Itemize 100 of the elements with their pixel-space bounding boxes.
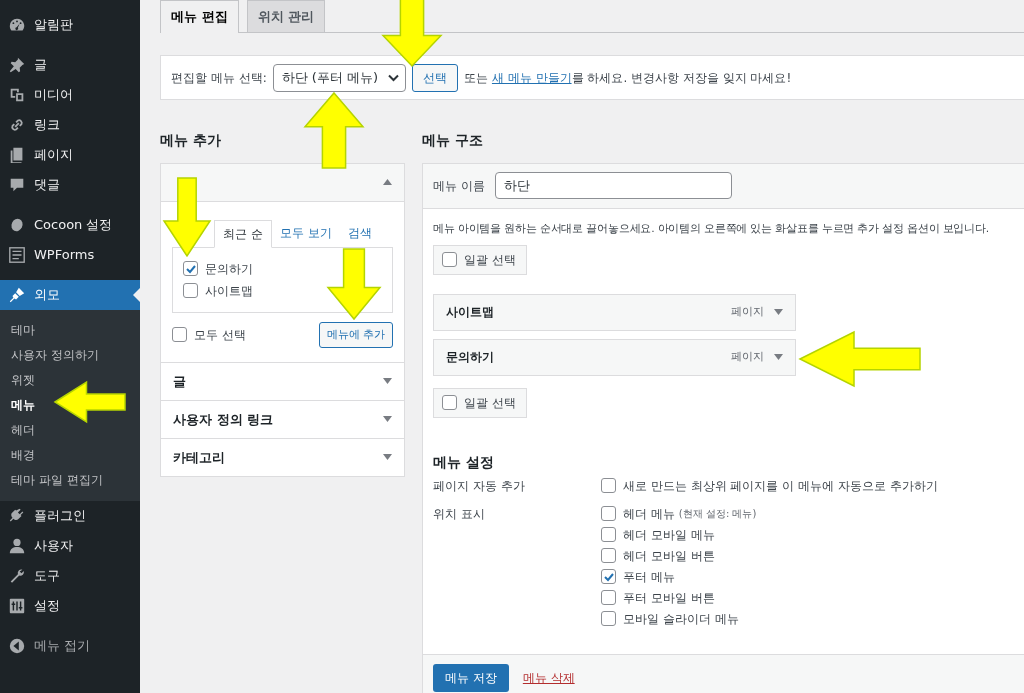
checkbox-label: 문의하기 (205, 260, 253, 278)
toggle-arrow-icon (383, 179, 392, 186)
setting-label: 페이지 자동 추가 (433, 477, 526, 495)
submenu-item[interactable]: 테마 파일 편집기 (11, 468, 103, 493)
comment-icon (8, 176, 26, 194)
checkbox-label: 일괄 선택 (464, 252, 516, 269)
sidebar-item[interactable]: 사용자 (0, 531, 140, 561)
tab[interactable]: 메뉴 편집 (160, 0, 239, 33)
toggle-arrow-icon (383, 454, 392, 461)
hint-text: 메뉴 아이템을 원하는 순서대로 끌어놓으세요. 아이템의 오른쪽에 있는 화살표를 누르면 추가 설정 옵션이 보입니다. (433, 220, 991, 237)
checkbox-label: 헤더 모바일 버튼 (623, 547, 715, 565)
menu-item-title: 문의하기 (446, 349, 494, 367)
accordion-title: 카테고리 (173, 448, 225, 467)
add-to-menu-button[interactable]: 메뉴에 추가 (318, 321, 393, 348)
settings-heading: 메뉴 설정 (433, 454, 495, 471)
checkbox[interactable] (442, 252, 457, 268)
menu-name-field[interactable]: 하단 (494, 172, 732, 200)
checkbox[interactable] (601, 569, 616, 585)
toggle-arrow-icon (383, 378, 392, 385)
accordion-title: 사용자 정의 링크 (173, 410, 274, 429)
sidebar-item[interactable]: 플러그인 (0, 501, 140, 531)
menu-dropdown[interactable]: 하단 (푸터 메뉴) (272, 63, 407, 92)
select-label: 편집할 메뉴 선택: (171, 69, 267, 87)
panel-tab[interactable]: 모두 보기 (271, 219, 340, 247)
media-icon (8, 86, 26, 104)
delete-menu-link[interactable]: 메뉴 삭제 (522, 669, 575, 688)
checkbox[interactable] (172, 327, 187, 343)
checkbox[interactable] (601, 506, 616, 522)
checkbox[interactable] (601, 527, 616, 543)
accordion-header[interactable]: 글 (161, 361, 404, 400)
accordion-header[interactable]: 사용자 정의 링크 (161, 399, 404, 438)
checkbox-label: 헤더 모바일 메뉴 (623, 526, 715, 544)
submenu-item[interactable]: 테마 (11, 318, 35, 343)
bulk-select-control[interactable]: 일괄 선택 (433, 388, 527, 418)
panel-tab[interactable]: 최근 순 (214, 219, 272, 248)
item-type-label: 페이지 (731, 349, 764, 366)
brush-icon (8, 286, 26, 304)
sidebar-item[interactable]: 설정 (0, 591, 140, 621)
submenu-item[interactable]: 위젯 (11, 368, 35, 393)
pointer-arrow (55, 382, 125, 422)
tab[interactable]: 위치 관리 (246, 0, 326, 32)
pointer-arrow (328, 249, 380, 319)
accordion-header[interactable]: 카테고리 (161, 437, 404, 476)
checkbox-label: 푸터 메뉴 (623, 568, 675, 586)
user-icon (8, 537, 26, 555)
bulk-select-control[interactable]: 일괄 선택 (433, 245, 527, 275)
setting-label: 위치 표시 (433, 505, 486, 523)
sidebar-item[interactable]: 도구 (0, 561, 140, 591)
sidebar-item[interactable]: 알림판 (0, 10, 140, 40)
menu-item-bar[interactable]: 사이트맵 페이지 (433, 294, 796, 331)
create-menu-link[interactable]: 새 메뉴 만들기 (491, 70, 572, 85)
sidebar-item[interactable]: Cocoon 설정 (0, 210, 140, 240)
submenu-item[interactable]: 배경 (11, 443, 35, 468)
section-heading: 메뉴 구조 (422, 132, 484, 149)
sidebar-item[interactable]: 페이지 (0, 140, 140, 170)
save-menu-button[interactable]: 메뉴 저장 (433, 664, 509, 693)
sidebar-item[interactable]: 외모 (0, 280, 140, 310)
checkbox[interactable] (601, 611, 616, 627)
setting-note: (현재 설정: 메뉴) (678, 507, 757, 522)
form-icon (8, 246, 26, 264)
item-type-label: 페이지 (731, 304, 764, 321)
checkbox-label: 사이트맵 (205, 282, 253, 300)
submenu-item[interactable]: 헤더 (11, 418, 35, 443)
submenu-item[interactable]: 메뉴 (11, 393, 35, 418)
toggle-arrow-icon (774, 354, 783, 361)
pin-icon (8, 56, 26, 74)
toggle-arrow-icon (383, 416, 392, 423)
panel-tab[interactable]: 검색 (339, 219, 380, 247)
sidebar-item[interactable]: 미디어 (0, 80, 140, 110)
collapse-menu-button[interactable]: 메뉴 접기 (0, 631, 140, 661)
settings-icon (8, 597, 26, 615)
checkbox-label: 모두 선택 (194, 326, 246, 344)
menu-item-bar[interactable]: 문의하기 페이지 (433, 339, 796, 376)
link-icon (8, 116, 26, 134)
checkbox[interactable] (442, 395, 457, 411)
sidebar-item[interactable]: 링크 (0, 110, 140, 140)
checkbox-label: 새로 만드는 최상위 페이지를 이 메뉴에 자동으로 추가하기 (623, 477, 938, 495)
checkbox-label: 일괄 선택 (464, 395, 516, 412)
checkbox-label: 모바일 슬라이더 메뉴 (623, 610, 739, 628)
checkbox[interactable] (601, 548, 616, 564)
sidebar-item[interactable]: 댓글 (0, 170, 140, 200)
checkbox[interactable] (601, 478, 616, 494)
checkbox[interactable] (183, 261, 198, 277)
collapse-icon (8, 637, 26, 655)
field-label: 메뉴 이름 (433, 177, 485, 195)
checkbox-label: 푸터 모바일 버튼 (623, 589, 715, 607)
checkbox-label: 헤더 메뉴 (623, 505, 675, 523)
submenu-item[interactable]: 사용자 정의하기 (11, 343, 99, 368)
wrench-icon (8, 567, 26, 585)
checkbox[interactable] (183, 283, 198, 299)
pointer-arrow (383, 0, 441, 66)
instruction-text: 또는 새 메뉴 만들기 를 하세요. 변경사항 저장을 잊지 마세요! (464, 69, 792, 87)
section-heading: 메뉴 추가 (160, 132, 222, 149)
menu-item-title: 사이트맵 (446, 304, 494, 322)
sidebar-item[interactable]: WPForms (0, 240, 140, 270)
select-button[interactable]: 선택 (412, 63, 459, 92)
chevron-down-icon (388, 73, 400, 82)
sidebar-item[interactable]: 글 (0, 50, 140, 80)
toggle-arrow-icon (774, 309, 783, 316)
checkbox[interactable] (601, 590, 616, 606)
